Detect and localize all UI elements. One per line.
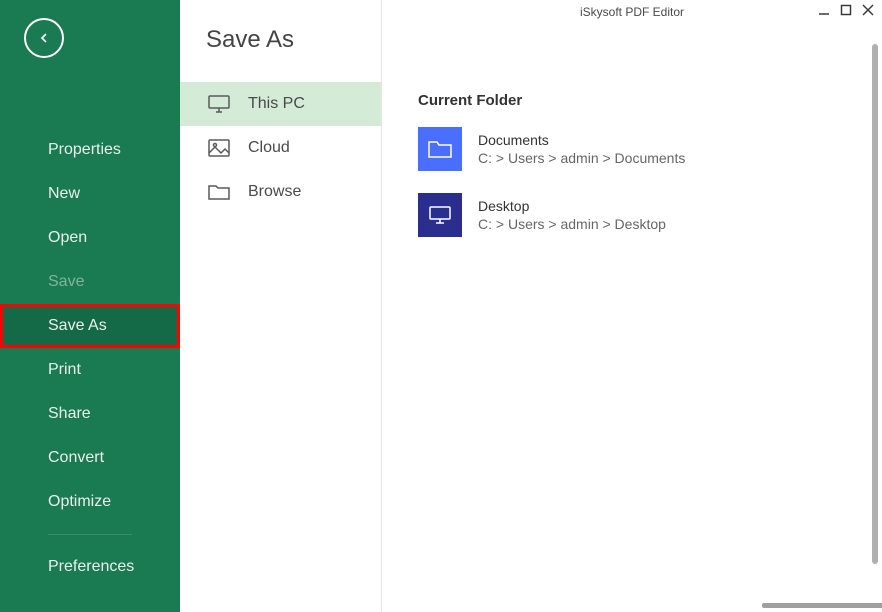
menu-new[interactable]: New — [0, 172, 180, 216]
location-label: Browse — [248, 183, 301, 201]
menu-save-as[interactable]: Save As — [0, 304, 180, 348]
save-as-locations-panel: Save As This PC Cloud Browse — [180, 0, 382, 612]
menu-label: Convert — [48, 449, 104, 467]
chevron-left-icon — [36, 30, 52, 46]
titlebar: iSkysoft PDF Editor — [382, 0, 882, 24]
menu-share[interactable]: Share — [0, 392, 180, 436]
folder-icon — [206, 182, 232, 202]
folder-documents[interactable]: Documents C: > Users > admin > Documents — [418, 127, 882, 171]
folder-info: Desktop C: > Users > admin > Desktop — [478, 198, 666, 232]
file-menu-list: Properties New Open Save Save As Print S… — [0, 128, 180, 589]
horizontal-scrollbar[interactable] — [762, 603, 882, 608]
close-icon — [862, 4, 874, 16]
menu-label: Preferences — [48, 558, 134, 576]
folder-name: Desktop — [478, 198, 666, 214]
menu-label: Save As — [48, 317, 107, 335]
maximize-button[interactable] — [838, 2, 854, 18]
section-title: Current Folder — [418, 92, 882, 109]
location-this-pc[interactable]: This PC — [180, 82, 381, 126]
menu-print[interactable]: Print — [0, 348, 180, 392]
folder-desktop[interactable]: Desktop C: > Users > admin > Desktop — [418, 193, 882, 237]
menu-open[interactable]: Open — [0, 216, 180, 260]
folder-path: C: > Users > admin > Desktop — [478, 216, 666, 232]
menu-label: Save — [48, 273, 84, 291]
location-label: Cloud — [248, 139, 290, 157]
menu-label: Properties — [48, 141, 121, 159]
folder-name: Documents — [478, 132, 685, 148]
menu-label: Open — [48, 229, 87, 247]
main-content: iSkysoft PDF Editor Current Folder Docum… — [382, 0, 882, 612]
maximize-icon — [840, 4, 852, 16]
location-cloud[interactable]: Cloud — [180, 126, 381, 170]
menu-label: Optimize — [48, 493, 111, 511]
location-browse[interactable]: Browse — [180, 170, 381, 214]
monitor-icon — [418, 193, 462, 237]
folder-browser: Current Folder Documents C: > Users > ad… — [382, 24, 882, 612]
folder-info: Documents C: > Users > admin > Documents — [478, 132, 685, 166]
app-title: iSkysoft PDF Editor — [580, 5, 684, 19]
vertical-scrollbar[interactable] — [872, 44, 878, 564]
panel-title: Save As — [180, 0, 381, 54]
back-button[interactable] — [24, 18, 64, 58]
menu-label: New — [48, 185, 80, 203]
location-list: This PC Cloud Browse — [180, 82, 381, 214]
menu-label: Print — [48, 361, 81, 379]
menu-label: Share — [48, 405, 91, 423]
menu-optimize[interactable]: Optimize — [0, 480, 180, 524]
file-menu-sidebar: Properties New Open Save Save As Print S… — [0, 0, 180, 612]
menu-save[interactable]: Save — [0, 260, 180, 304]
active-indicator-icon — [180, 318, 188, 334]
window-controls — [816, 2, 876, 18]
monitor-icon — [206, 94, 232, 114]
menu-divider — [48, 534, 132, 535]
folder-icon — [418, 127, 462, 171]
close-button[interactable] — [860, 2, 876, 18]
minimize-icon — [818, 4, 830, 16]
menu-properties[interactable]: Properties — [0, 128, 180, 172]
menu-preferences[interactable]: Preferences — [0, 545, 180, 589]
location-label: This PC — [248, 95, 305, 113]
folder-path: C: > Users > admin > Documents — [478, 150, 685, 166]
image-icon — [206, 138, 232, 158]
minimize-button[interactable] — [816, 2, 832, 18]
menu-convert[interactable]: Convert — [0, 436, 180, 480]
